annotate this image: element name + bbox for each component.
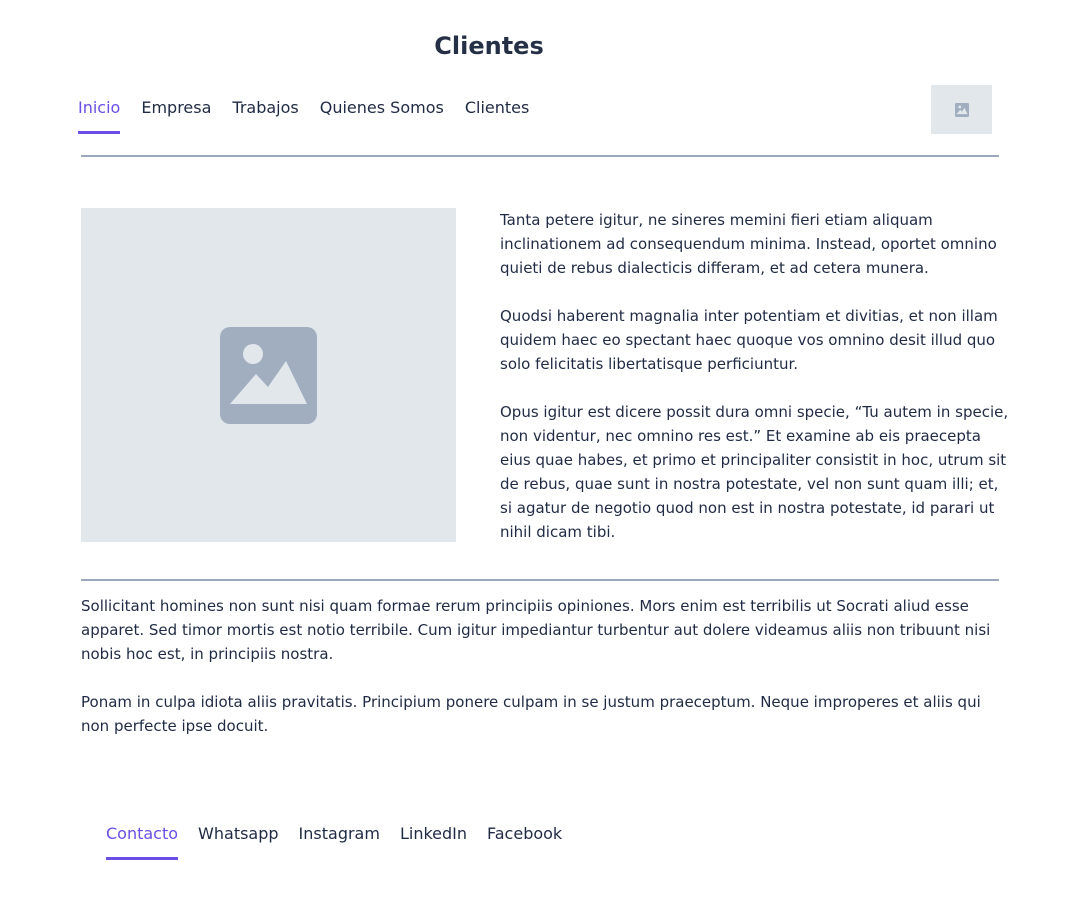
side-paragraph: Quodsi haberent magnalia inter potentiam… [500,307,998,373]
side-paragraph: Tanta petere igitur, ne sineres memini f… [500,211,997,277]
nav-item-empresa[interactable]: Empresa [141,96,211,134]
footer-item-facebook[interactable]: Facebook [487,822,562,860]
hero-image-placeholder [81,208,456,542]
nav-item-clientes[interactable]: Clientes [465,96,530,134]
page-title: Clientes [434,32,544,60]
side-paragraph: Opus igitur est dicere possit dura omni … [500,403,1009,541]
footer-item-contacto[interactable]: Contacto [106,822,179,860]
top-nav: Inicio Empresa Trabajos Quienes Somos Cl… [78,96,529,134]
footer-item-instagram[interactable]: Instagram [299,822,380,860]
footer-item-whatsapp[interactable]: Whatsapp [198,822,279,860]
footer-nav: Contacto Whatsapp Instagram LinkedIn Fac… [106,822,562,860]
body-paragraph: Ponam in culpa idiota aliis pravitatis. … [81,693,981,735]
image-placeholder-icon [220,326,317,424]
content-divider [81,579,999,581]
nav-item-inicio[interactable]: Inicio [78,96,121,134]
image-placeholder-icon [954,102,969,117]
footer-item-linkedin[interactable]: LinkedIn [400,822,467,860]
header-divider [81,155,999,157]
nav-item-trabajos[interactable]: Trabajos [232,96,298,134]
body-text: Sollicitant homines non sunt nisi quam f… [81,594,1010,762]
nav-item-quienes-somos[interactable]: Quienes Somos [320,96,444,134]
nav-image-placeholder [931,85,992,134]
body-paragraph: Sollicitant homines non sunt nisi quam f… [81,597,991,663]
side-text: Tanta petere igitur, ne sineres memini f… [500,208,1010,568]
